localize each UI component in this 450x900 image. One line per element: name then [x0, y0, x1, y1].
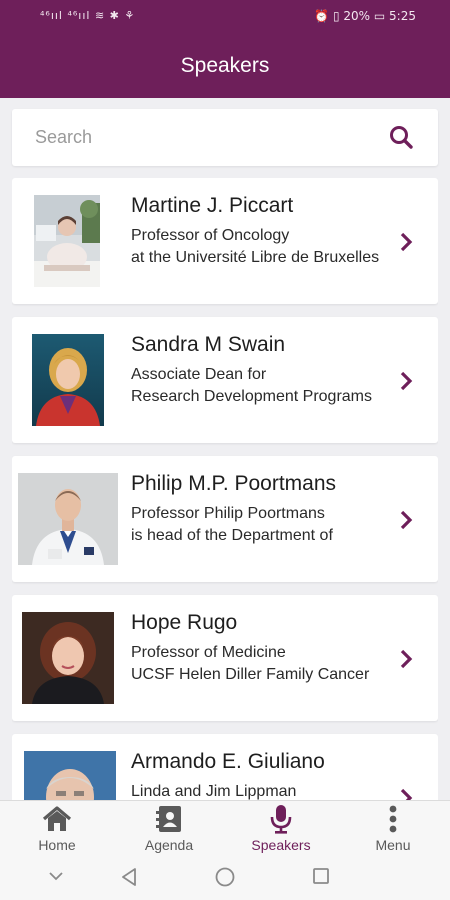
speaker-name: Hope Rugo [131, 611, 238, 634]
speaker-card[interactable]: Armando E. Giuliano Linda and Jim Lippma… [12, 734, 438, 800]
tab-label: Menu [375, 837, 411, 853]
speaker-name: Armando E. Giuliano [131, 750, 325, 773]
page-title: Speakers [180, 54, 270, 77]
microphone-icon [270, 805, 292, 834]
home-icon [42, 806, 72, 831]
tab-menu[interactable]: Menu [337, 801, 449, 857]
status-bar: ⁴⁶ııl ⁴⁶ııl ≋ ✱ ⚘ ⏰ ▯ 20% ▭ 5:25 [0, 0, 450, 34]
speaker-photo [24, 751, 116, 800]
bottom-tab-bar: Home Agenda Speakers Menu [0, 800, 450, 856]
tab-label: Speakers [251, 837, 311, 853]
tab-home[interactable]: Home [1, 801, 113, 857]
speaker-description: Associate Dean for Research Development … [131, 366, 372, 405]
agenda-icon [156, 806, 181, 832]
speaker-name: Philip M.P. Poortmans [131, 472, 337, 495]
speaker-photo [18, 473, 118, 565]
chevron-right-icon[interactable] [398, 647, 414, 671]
speaker-photo [22, 612, 114, 704]
chevron-right-icon[interactable] [398, 786, 414, 800]
status-right: ⏰ ▯ 20% ▭ 5:25 [314, 9, 416, 23]
hide-keyboard-chevron-icon[interactable] [46, 866, 66, 886]
chevron-right-icon[interactable] [398, 508, 414, 532]
home-circle-icon[interactable] [214, 866, 236, 888]
speaker-card[interactable]: Hope Rugo Professor of Medicine UCSF Hel… [12, 595, 438, 721]
speaker-list: Martine J. Piccart Professor of Oncology… [12, 178, 438, 800]
chevron-right-icon[interactable] [398, 369, 414, 393]
search-icon[interactable] [388, 124, 414, 150]
speaker-description: Professor of Medicine UCSF Helen Diller … [131, 644, 370, 683]
speaker-card[interactable]: Philip M.P. Poortmans Professor Philip P… [12, 456, 438, 582]
speaker-description: Professor Philip Poortmans is head of th… [131, 505, 333, 544]
chevron-right-icon[interactable] [398, 230, 414, 254]
app-bar: Speakers [0, 34, 450, 98]
speaker-description: Professor of Oncology at the Université … [131, 227, 380, 266]
speaker-name: Sandra M Swain [131, 333, 286, 356]
speaker-photo [32, 334, 104, 426]
speaker-description: Linda and Jim Lippman [131, 783, 297, 800]
tab-label: Home [38, 837, 76, 853]
speaker-name: Martine J. Piccart [131, 194, 294, 217]
back-icon[interactable] [119, 866, 139, 888]
tab-agenda[interactable]: Agenda [113, 801, 225, 857]
speaker-photo [34, 195, 100, 287]
speaker-card[interactable]: Martine J. Piccart Professor of Oncology… [12, 178, 438, 304]
system-nav-bar [0, 856, 450, 900]
more-vertical-icon [389, 805, 397, 833]
search-input[interactable] [35, 121, 365, 153]
recents-square-icon[interactable] [311, 866, 331, 886]
speaker-card[interactable]: Sandra M Swain Associate Dean for Resear… [12, 317, 438, 443]
status-left-icons: ⁴⁶ııl ⁴⁶ııl ≋ ✱ ⚘ [40, 9, 136, 22]
tab-label: Agenda [144, 837, 194, 853]
tab-speakers[interactable]: Speakers [225, 801, 337, 857]
search-bar[interactable] [12, 109, 438, 166]
